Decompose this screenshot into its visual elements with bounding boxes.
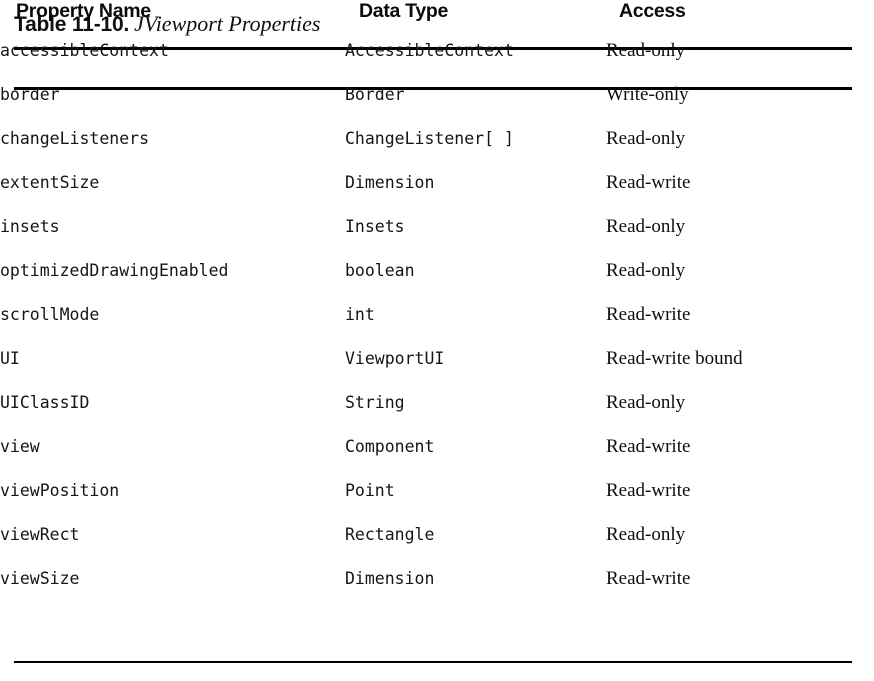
cell-access: Read-write bound	[606, 348, 743, 369]
table-rule-bottom	[14, 661, 852, 663]
table-row: viewSize Dimension Read-write	[0, 568, 874, 612]
cell-data-type: ViewportUI	[345, 349, 445, 368]
cell-access: Read-only	[606, 40, 686, 61]
cell-data-type: Insets	[345, 217, 405, 236]
cell-access: Read-only	[606, 216, 686, 237]
cell-access: Write-only	[606, 84, 689, 105]
cell-data-type: int	[345, 305, 375, 324]
table-row: scrollMode int Read-write	[0, 304, 874, 348]
table-row: extentSize Dimension Read-write	[0, 172, 874, 216]
cell-access: Read-only	[606, 260, 686, 281]
cell-access: Read-write	[606, 436, 691, 457]
cell-property-name: view	[0, 437, 40, 456]
cell-data-type: ChangeListener[ ]	[345, 129, 514, 148]
table-row: insets Insets Read-only	[0, 216, 874, 260]
cell-data-type: Dimension	[345, 569, 435, 588]
properties-table: Property Name Data Type Access accessibl…	[0, 0, 874, 612]
cell-access: Read-only	[606, 524, 686, 545]
cell-property-name: accessibleContext	[0, 41, 169, 60]
cell-property-name: viewRect	[0, 525, 80, 544]
table-row: changeListeners ChangeListener[ ] Read-onl…	[0, 128, 874, 172]
cell-property-name: UIClassID	[0, 393, 90, 412]
table-body: accessibleContext AccessibleContext Read-o…	[0, 40, 874, 612]
cell-data-type: boolean	[345, 261, 415, 280]
cell-access: Read-write	[606, 480, 691, 501]
cell-data-type: Dimension	[345, 173, 435, 192]
table-row: border Border Write-only	[0, 84, 874, 128]
cell-property-name: scrollMode	[0, 305, 100, 324]
table-row: viewRect Rectangle Read-only	[0, 524, 874, 568]
cell-property-name: UI	[0, 349, 20, 368]
column-header-property-name: Property Name	[16, 0, 151, 22]
table-row: UI ViewportUI Read-write bound	[0, 348, 874, 392]
cell-access: Read-only	[606, 392, 686, 413]
table-row: view Component Read-write	[0, 436, 874, 480]
cell-data-type: AccessibleContext	[345, 41, 514, 60]
table-row: viewPosition Point Read-write	[0, 480, 874, 524]
table-row: accessibleContext AccessibleContext Read-o…	[0, 40, 874, 84]
cell-data-type: Rectangle	[345, 525, 435, 544]
column-header-access: Access	[619, 0, 686, 22]
cell-property-name: changeListeners	[0, 129, 150, 148]
table-page: Table 11-10. JViewport Properties Propert…	[0, 0, 874, 681]
cell-data-type: Point	[345, 481, 395, 500]
cell-access: Read-write	[606, 172, 691, 193]
table-row: UIClassID String Read-only	[0, 392, 874, 436]
cell-property-name: optimizedDrawingEnabled	[0, 261, 229, 280]
cell-access: Read-write	[606, 304, 691, 325]
cell-data-type: String	[345, 393, 405, 412]
cell-property-name: insets	[0, 217, 60, 236]
cell-property-name: viewSize	[0, 569, 80, 588]
cell-property-name: viewPosition	[0, 481, 120, 500]
cell-data-type: Border	[345, 85, 405, 104]
cell-property-name: border	[0, 85, 60, 104]
cell-data-type: Component	[345, 437, 435, 456]
cell-access: Read-write	[606, 568, 691, 589]
table-header-row: Property Name Data Type Access	[0, 0, 874, 40]
cell-access: Read-only	[606, 128, 686, 149]
cell-property-name: extentSize	[0, 173, 100, 192]
table-row: optimizedDrawingEnabled boolean Read-only	[0, 260, 874, 304]
column-header-data-type: Data Type	[359, 0, 449, 22]
